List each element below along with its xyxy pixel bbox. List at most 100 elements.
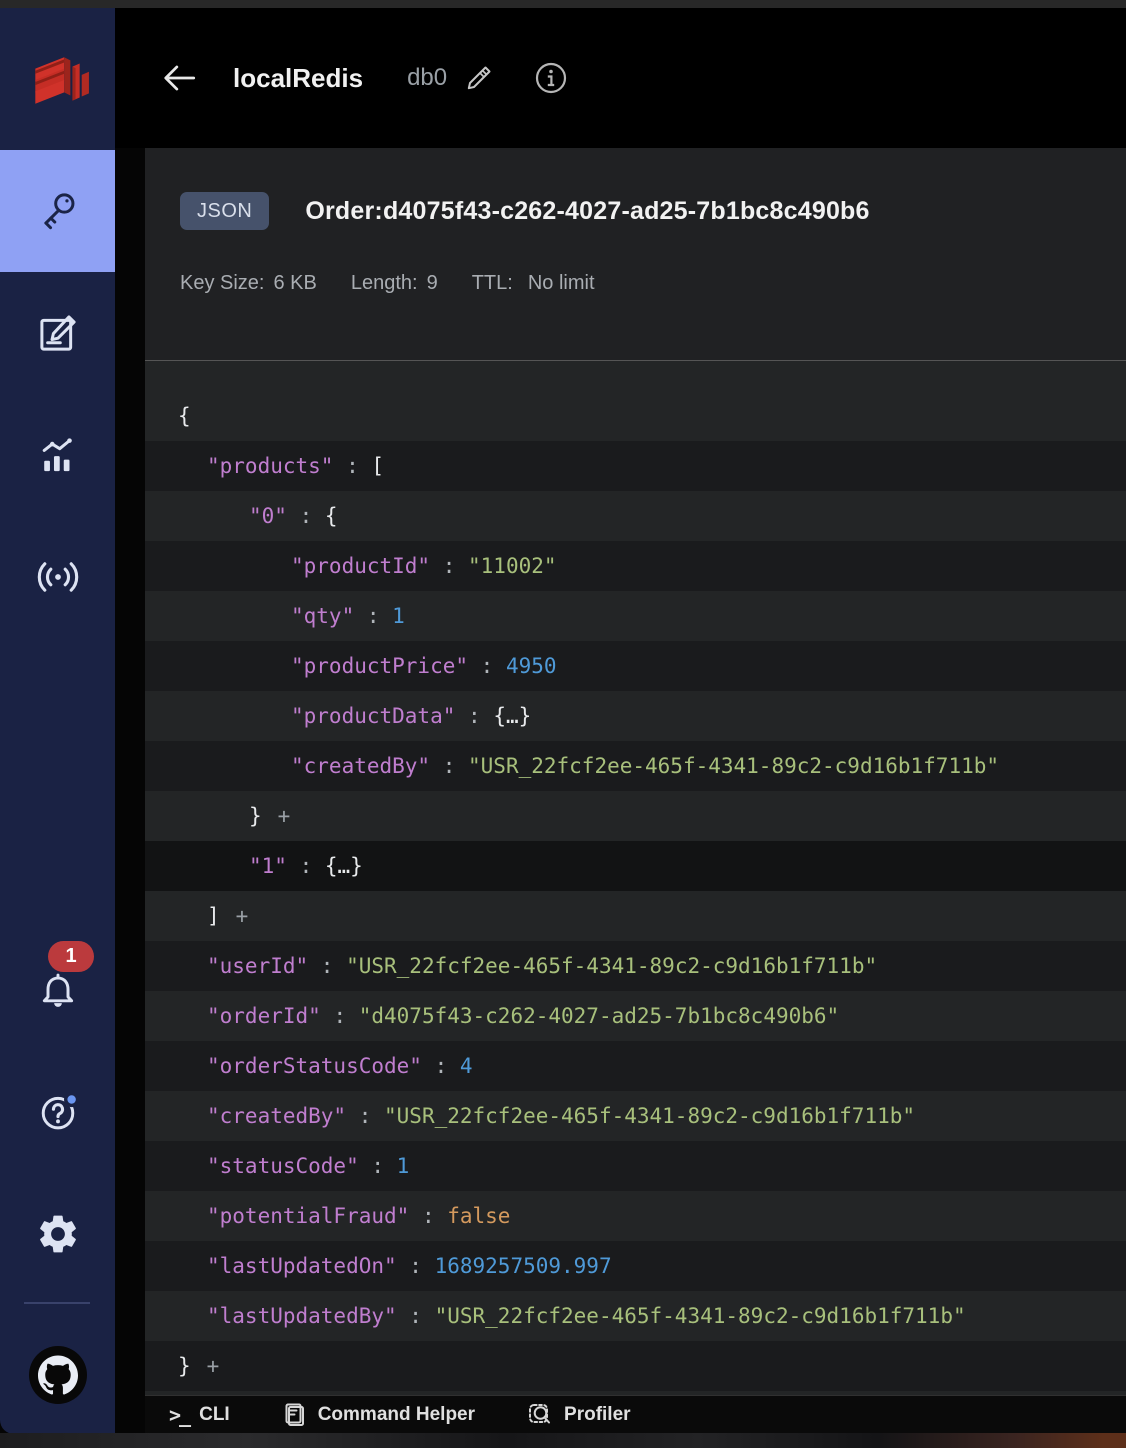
redisinsight-window: 1 localRedis db0 JSON Order:d4075f43-c26… <box>0 0 1126 1448</box>
json-key: "potentialFraud" <box>207 1204 410 1228</box>
json-string: "USR_22fcf2ee-465f-4341-89c2-c9d16b1f711… <box>468 754 1000 778</box>
command-helper-button[interactable]: Command Helper <box>282 1402 475 1428</box>
key-header: JSON Order:d4075f43-c262-4027-ad25-7b1bc… <box>145 148 1126 360</box>
json-number: 4950 <box>505 654 557 678</box>
json-string: "11002" <box>468 554 557 578</box>
json-key: "lastUpdatedOn" <box>207 1254 397 1278</box>
magnifier-icon <box>529 1404 551 1424</box>
json-key: "0" <box>249 504 287 528</box>
json-row[interactable]: "orderStatusCode" : 4 <box>145 1041 1126 1091</box>
json-string: "USR_22fcf2ee-465f-4341-89c2-c9d16b1f711… <box>346 954 878 978</box>
json-number: 4 <box>459 1054 473 1078</box>
json-colon: : <box>421 1054 460 1078</box>
json-row[interactable]: "products" : [ <box>145 441 1126 491</box>
help-icon <box>41 1091 79 1130</box>
json-colon: : <box>455 704 494 728</box>
json-row[interactable]: "productId" : "11002" <box>145 541 1126 591</box>
sidebar-item-settings[interactable] <box>0 1173 115 1295</box>
json-key: "createdBy" <box>291 754 431 778</box>
expand-button[interactable]: + <box>207 1354 220 1378</box>
json-row[interactable]: "potentialFraud" : false <box>145 1191 1126 1241</box>
json-row[interactable]: "productData" : {…} <box>145 691 1126 741</box>
json-colon: : <box>320 1004 359 1028</box>
redis-logo[interactable] <box>0 36 115 126</box>
sidebar-item-github[interactable] <box>0 1316 115 1434</box>
json-colon: : <box>396 1304 435 1328</box>
sidebar-item-help[interactable] <box>0 1051 115 1173</box>
expand-button[interactable]: + <box>278 804 291 828</box>
json-colon: : <box>346 1104 385 1128</box>
json-row[interactable]: "productPrice" : 4950 <box>145 641 1126 691</box>
json-key: "lastUpdatedBy" <box>207 1304 397 1328</box>
json-key: "createdBy" <box>207 1104 347 1128</box>
json-punct: { <box>178 404 191 428</box>
cli-button[interactable]: >_ CLI <box>169 1403 230 1427</box>
json-collapsed: {…} <box>493 704 532 728</box>
json-row[interactable]: "createdBy" : "USR_22fcf2ee-465f-4341-89… <box>145 1091 1126 1141</box>
terminal-prompt-icon: >_ <box>169 1402 191 1427</box>
json-row[interactable]: "userId" : "USR_22fcf2ee-465f-4341-89c2-… <box>145 941 1126 991</box>
key-meta-row: Key Size: 6 KB Length: 9 TTL: No limit <box>145 272 1126 295</box>
json-row[interactable]: "createdBy" : "USR_22fcf2ee-465f-4341-89… <box>145 741 1126 791</box>
sidebar-item-notifications[interactable]: 1 <box>0 929 115 1051</box>
json-row[interactable]: "lastUpdatedOn" : 1689257509.997 <box>145 1241 1126 1291</box>
sidebar-divider <box>24 1302 90 1304</box>
database-name: localRedis <box>233 62 364 93</box>
json-colon: : <box>358 1154 397 1178</box>
help-notification-dot <box>63 1091 79 1108</box>
json-row[interactable]: ] + <box>145 891 1126 941</box>
key-ttl: TTL: No limit <box>471 272 595 294</box>
json-colon: : <box>333 454 372 478</box>
json-row[interactable]: "0" : { <box>145 491 1126 541</box>
gear-icon <box>39 1215 76 1253</box>
json-punct: { <box>324 504 338 528</box>
bell-icon <box>42 973 73 1007</box>
pubsub-icon <box>37 562 78 592</box>
sidebar-item-workbench[interactable] <box>0 272 115 394</box>
json-row[interactable]: "qty" : 1 <box>145 591 1126 641</box>
pencil-icon[interactable] <box>463 62 495 94</box>
json-colon: : <box>308 954 347 978</box>
back-arrow-icon[interactable] <box>161 61 199 95</box>
json-string: "USR_22fcf2ee-465f-4341-89c2-c9d16b1f711… <box>384 1104 916 1128</box>
key-type-badge: JSON <box>180 192 270 230</box>
json-row[interactable]: "1" : {…} <box>145 841 1126 891</box>
desktop-wallpaper-strip <box>0 1433 1126 1448</box>
json-row[interactable]: { <box>145 391 1126 441</box>
json-row[interactable]: "lastUpdatedBy" : "USR_22fcf2ee-465f-434… <box>145 1291 1126 1341</box>
json-key: "orderStatusCode" <box>207 1054 422 1078</box>
json-punct: ] <box>207 904 220 928</box>
json-number: 1 <box>392 604 405 628</box>
window-top-strip <box>0 0 1126 8</box>
profiler-button[interactable]: Profiler <box>527 1401 631 1428</box>
json-punct: } <box>249 804 262 828</box>
json-key: "qty" <box>291 604 355 628</box>
sidebar-item-analytics[interactable] <box>0 394 115 516</box>
document-icon <box>285 1403 304 1426</box>
json-key: "products" <box>207 454 334 478</box>
key-size: Key Size: 6 KB <box>180 272 317 294</box>
json-punct: [ <box>371 454 385 478</box>
json-key: "productId" <box>291 554 431 578</box>
json-colon: : <box>409 1204 448 1228</box>
json-row[interactable]: } + <box>145 791 1126 841</box>
info-icon[interactable] <box>533 60 569 96</box>
json-colon: : <box>430 754 469 778</box>
json-colon: : <box>468 654 506 678</box>
sidebar-item-pubsub[interactable] <box>0 516 115 638</box>
json-viewer: {"products" : ["0" : {"productId" : "110… <box>145 360 1126 1395</box>
json-row[interactable]: "statusCode" : 1 <box>145 1141 1126 1191</box>
sidebar: 1 <box>0 8 115 1434</box>
sidebar-item-browser[interactable] <box>0 150 115 272</box>
key-length: Length: 9 <box>350 272 438 294</box>
json-string: "USR_22fcf2ee-465f-4341-89c2-c9d16b1f711… <box>434 1304 966 1328</box>
github-icon <box>37 1355 78 1395</box>
redis-logo-icon <box>34 57 89 104</box>
db-header: localRedis db0 <box>115 8 1126 148</box>
json-string: "d4075f43-c262-4027-ad25-7b1bc8c490b6" <box>358 1004 840 1028</box>
json-row[interactable]: } + <box>145 1341 1126 1391</box>
key-icon <box>43 193 74 230</box>
expand-button[interactable]: + <box>236 904 249 928</box>
json-row[interactable]: "orderId" : "d4075f43-c262-4027-ad25-7b1… <box>145 991 1126 1041</box>
key-name[interactable]: Order:d4075f43-c262-4027-ad25-7b1bc8c490… <box>305 197 869 226</box>
